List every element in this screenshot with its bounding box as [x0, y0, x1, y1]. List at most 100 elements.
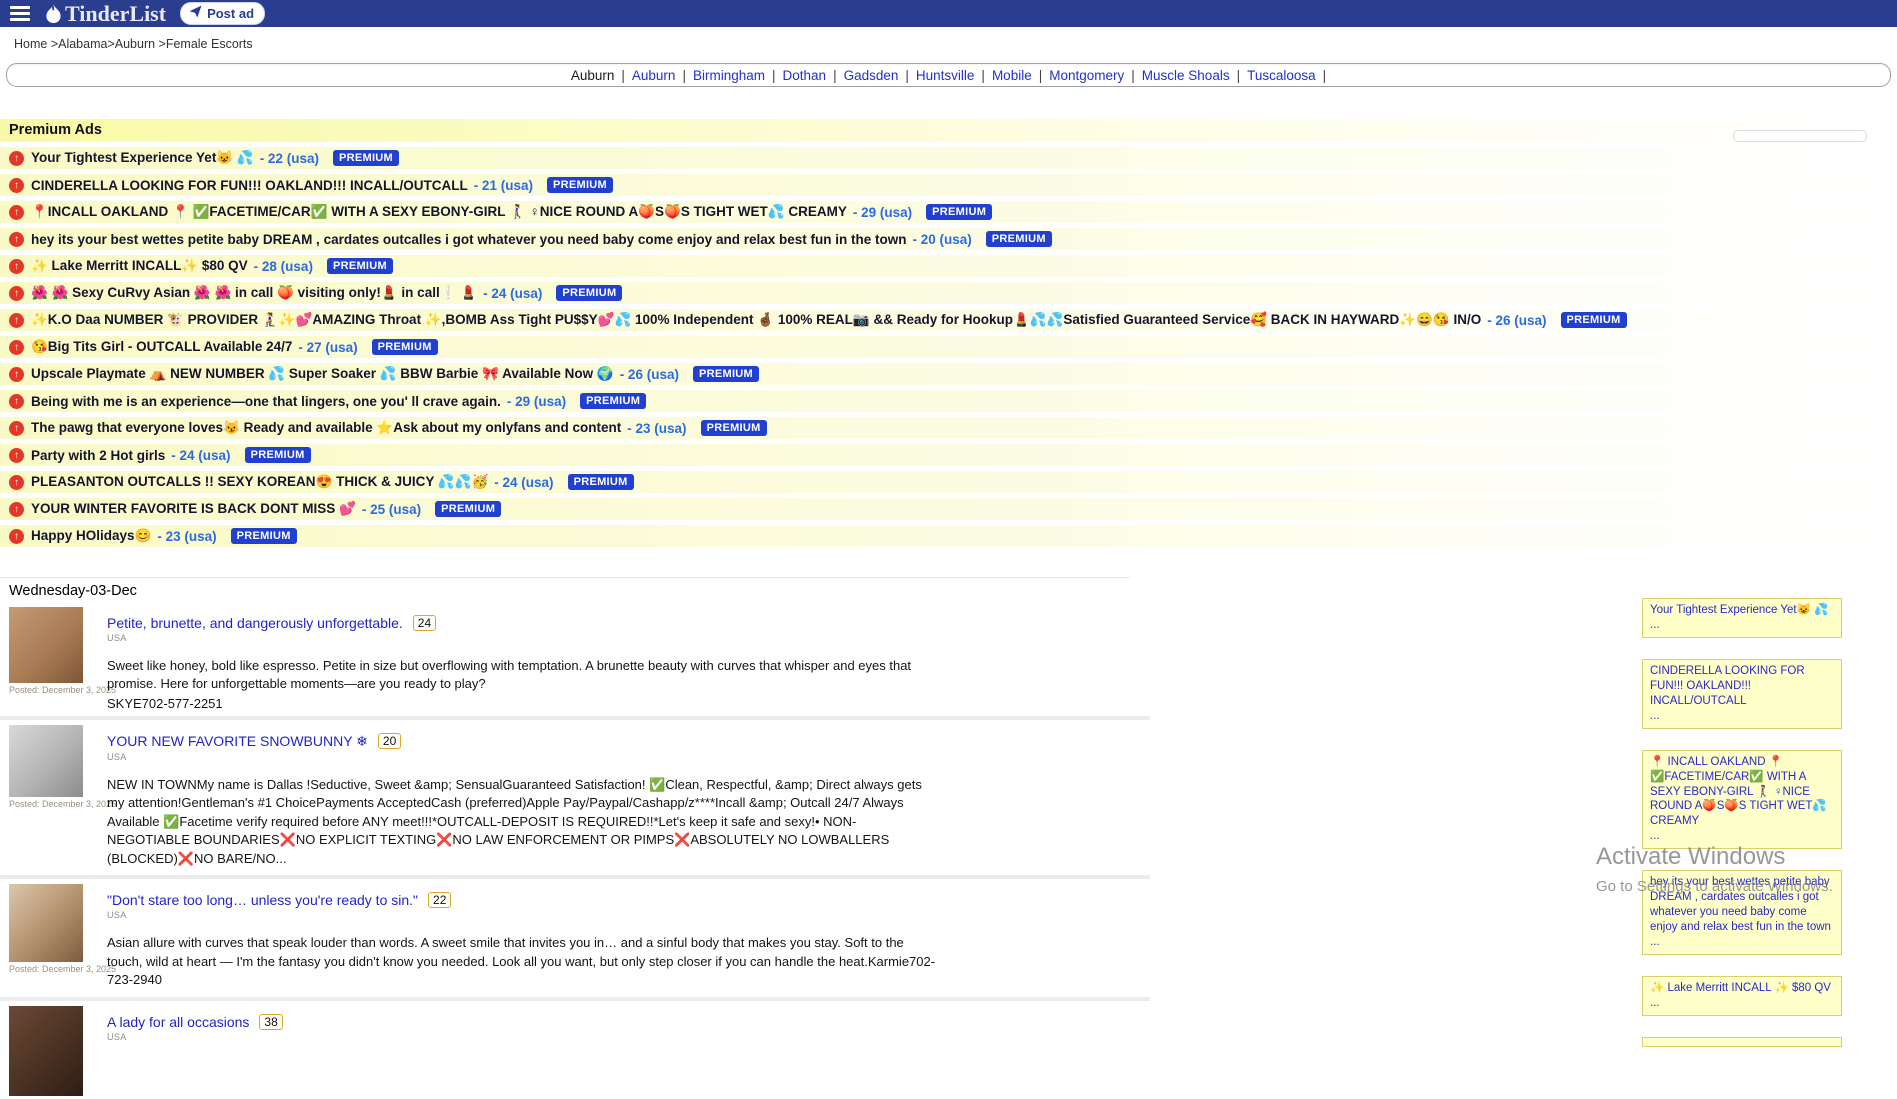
brand-logo[interactable]: TinderList: [46, 3, 166, 25]
premium-ad-row[interactable]: ↑ hey its your best wettes petite baby D…: [0, 228, 1897, 250]
premium-ad-row[interactable]: ↑ Happy HOlidays😊 - 23 (usa) PREMIUM: [0, 525, 1897, 547]
listing-title-link[interactable]: YOUR NEW FAVORITE SNOWBUNNY ❄: [107, 733, 368, 750]
city-link-dothan[interactable]: Dothan: [783, 68, 827, 83]
premium-ad-row[interactable]: ↑ ✨K.O Daa NUMBER 🐮 PROVIDER 🧎‍♀️✨💕AMAZI…: [0, 309, 1897, 331]
city-link-montgomery[interactable]: Montgomery: [1049, 68, 1124, 83]
premium-ad-row[interactable]: ↑ 🌺 🌺 Sexy CuRvy Asian 🌺 🌺 in call 🍑 vis…: [0, 282, 1897, 304]
premium-ad-age: - 23 (usa): [627, 421, 686, 436]
premium-ad-row[interactable]: ↑ Your Tightest Experience Yet😺 💦 - 22 (…: [0, 147, 1897, 169]
premium-sidebar: Your Tightest Experience Yet😺 💦 ... CIND…: [1642, 598, 1842, 1047]
hamburger-menu-icon[interactable]: [8, 1, 32, 26]
premium-ad-row[interactable]: ↑ Upscale Playmate ⛺ NEW NUMBER 💦 Super …: [0, 363, 1897, 385]
premium-ad-title[interactable]: The pawg that everyone loves😼 Ready and …: [31, 420, 621, 436]
sidebar-ad-title[interactable]: ✨ Lake Merritt INCALL ✨ $80 QV: [1650, 981, 1834, 996]
separator: |: [621, 68, 625, 83]
premium-badge: PREMIUM: [245, 447, 311, 463]
premium-ads-section: Premium Ads ↑ Your Tightest Experience Y…: [0, 119, 1897, 547]
listing-divider: [0, 716, 1150, 720]
premium-ad-title[interactable]: CINDERELLA LOOKING FOR FUN!!! OAKLAND!!!…: [31, 178, 468, 193]
listing-title-link[interactable]: Petite, brunette, and dangerously unforg…: [107, 615, 403, 631]
premium-ad-row[interactable]: ↑ CINDERELLA LOOKING FOR FUN!!! OAKLAND!…: [0, 174, 1897, 196]
listing-title-link[interactable]: "Don't stare too long… unless you're rea…: [107, 892, 418, 908]
premium-badge: PREMIUM: [1561, 312, 1627, 328]
posted-date: Posted: December 3, 2025: [9, 964, 87, 974]
premium-ad-title[interactable]: ✨K.O Daa NUMBER 🐮 PROVIDER 🧎‍♀️✨💕AMAZING…: [31, 312, 1481, 328]
up-arrow-icon: ↑: [9, 394, 24, 409]
premium-ad-title[interactable]: PLEASANTON OUTCALLS !! SEXY KOREAN😍 THIC…: [31, 474, 488, 490]
premium-ad-title[interactable]: Upscale Playmate ⛺ NEW NUMBER 💦 Super So…: [31, 366, 614, 382]
premium-ad-title[interactable]: 😘Big Tits Girl - OUTCALL Available 24/7: [31, 339, 292, 355]
listing-thumbnail[interactable]: [9, 607, 83, 683]
premium-badge: PREMIUM: [333, 150, 399, 166]
sidebar-ad[interactable]: CINDERELLA LOOKING FOR FUN!!! OAKLAND!!!…: [1642, 659, 1842, 729]
sidebar-ad-title[interactable]: CINDERELLA LOOKING FOR FUN!!! OAKLAND!!!…: [1650, 664, 1834, 709]
premium-ad-title[interactable]: Your Tightest Experience Yet😺 💦: [31, 150, 254, 166]
premium-ad-row[interactable]: ↑ YOUR WINTER FAVORITE IS BACK DONT MISS…: [0, 498, 1897, 520]
sidebar-ad[interactable]: hey its your best wettes petite baby DRE…: [1642, 870, 1842, 955]
city-link-birmingham[interactable]: Birmingham: [693, 68, 765, 83]
listing-description: NEW IN TOWNMy name is Dallas !Seductive,…: [107, 776, 937, 868]
listing-figure: Posted: December 3, 2025: [9, 725, 87, 870]
listing-card: Posted: December 3, 2025 YOUR NEW FAVORI…: [0, 722, 1130, 873]
premium-ad-title[interactable]: Being with me is an experience—one that …: [31, 394, 501, 409]
sidebar-ad[interactable]: [1642, 1037, 1842, 1047]
premium-ad-title[interactable]: Happy HOlidays😊: [31, 528, 151, 544]
listing-thumbnail[interactable]: [9, 1006, 83, 1096]
sidebar-ad-ellipsis: ...: [1650, 618, 1834, 633]
premium-ad-row[interactable]: ↑ The pawg that everyone loves😼 Ready an…: [0, 417, 1897, 439]
city-link-gadsden[interactable]: Gadsden: [844, 68, 899, 83]
city-link-muscle-shoals[interactable]: Muscle Shoals: [1142, 68, 1230, 83]
premium-ad-row[interactable]: ↑ 😘Big Tits Girl - OUTCALL Available 24/…: [0, 336, 1897, 358]
premium-badge: PREMIUM: [435, 501, 501, 517]
up-arrow-icon: ↑: [9, 367, 24, 382]
sidebar-ad-title[interactable]: hey its your best wettes petite baby DRE…: [1650, 875, 1834, 935]
listing-content: Petite, brunette, and dangerously unforg…: [107, 607, 937, 711]
listing-title-link[interactable]: A lady for all occasions: [107, 1014, 249, 1030]
up-arrow-icon: ↑: [9, 205, 24, 220]
premium-ads-header: Premium Ads: [0, 119, 1897, 142]
premium-ad-title[interactable]: YOUR WINTER FAVORITE IS BACK DONT MISS 💕: [31, 501, 356, 517]
premium-ad-row[interactable]: ↑ PLEASANTON OUTCALLS !! SEXY KOREAN😍 TH…: [0, 471, 1897, 493]
age-badge: 22: [428, 892, 451, 908]
sidebar-ad[interactable]: ✨ Lake Merritt INCALL ✨ $80 QV ...: [1642, 976, 1842, 1016]
premium-ad-age: - 24 (usa): [494, 475, 553, 490]
post-ad-button[interactable]: Post ad: [180, 2, 265, 25]
city-link-huntsville[interactable]: Huntsville: [916, 68, 975, 83]
up-arrow-icon: ↑: [9, 151, 24, 166]
up-arrow-icon: ↑: [9, 421, 24, 436]
horizontal-scrollbar[interactable]: [1733, 130, 1867, 142]
city-link-mobile[interactable]: Mobile: [992, 68, 1032, 83]
listing-thumbnail[interactable]: [9, 884, 83, 962]
listing-figure: Posted: December 3, 2025: [9, 607, 87, 711]
premium-ad-title[interactable]: ✨ Lake Merritt INCALL✨ $80 QV: [31, 258, 248, 274]
listing-thumbnail[interactable]: [9, 725, 83, 797]
sidebar-ad[interactable]: Your Tightest Experience Yet😺 💦 ...: [1642, 598, 1842, 638]
premium-ad-title[interactable]: hey its your best wettes petite baby DRE…: [31, 232, 906, 247]
breadcrumb[interactable]: Home >Alabama>Auburn >Female Escorts: [0, 27, 1897, 59]
listing-content: "Don't stare too long… unless you're rea…: [107, 884, 937, 991]
premium-ad-row[interactable]: ↑ Party with 2 Hot girls - 24 (usa) PREM…: [0, 444, 1897, 466]
premium-ad-row[interactable]: ↑ Being with me is an experience—one tha…: [0, 390, 1897, 412]
separator: |: [833, 68, 837, 83]
paper-plane-icon: [189, 5, 202, 21]
sidebar-ad[interactable]: 📍 INCALL OAKLAND 📍 ✅FACETIME/CAR✅ WITH A…: [1642, 750, 1842, 850]
premium-ad-row[interactable]: ↑ ✨ Lake Merritt INCALL✨ $80 QV - 28 (us…: [0, 255, 1897, 277]
listing-figure: [9, 1006, 87, 1096]
posted-date: Posted: December 3, 2025: [9, 799, 87, 809]
up-arrow-icon: ↑: [9, 475, 24, 490]
sidebar-ad-title[interactable]: 📍 INCALL OAKLAND 📍 ✅FACETIME/CAR✅ WITH A…: [1650, 755, 1834, 830]
premium-badge: PREMIUM: [926, 204, 992, 220]
date-header: Wednesday-03-Dec: [0, 577, 1130, 604]
separator: |: [1039, 68, 1043, 83]
separator: |: [981, 68, 985, 83]
premium-ad-row[interactable]: ↑ 📍INCALL OAKLAND 📍 ✅FACETIME/CAR✅ WITH …: [0, 201, 1897, 223]
premium-ad-title[interactable]: 📍INCALL OAKLAND 📍 ✅FACETIME/CAR✅ WITH A …: [31, 204, 847, 220]
listing-country: USA: [107, 1032, 283, 1042]
premium-ad-title[interactable]: 🌺 🌺 Sexy CuRvy Asian 🌺 🌺 in call 🍑 visit…: [31, 285, 477, 301]
city-link-auburn[interactable]: Auburn: [632, 68, 676, 83]
premium-ad-title[interactable]: Party with 2 Hot girls: [31, 448, 165, 463]
sidebar-ad-title[interactable]: Your Tightest Experience Yet😺 💦: [1650, 603, 1834, 618]
city-link-tuscaloosa[interactable]: Tuscaloosa: [1247, 68, 1316, 83]
listing-figure: Posted: December 3, 2025: [9, 884, 87, 991]
top-navbar: TinderList Post ad: [0, 0, 1897, 27]
